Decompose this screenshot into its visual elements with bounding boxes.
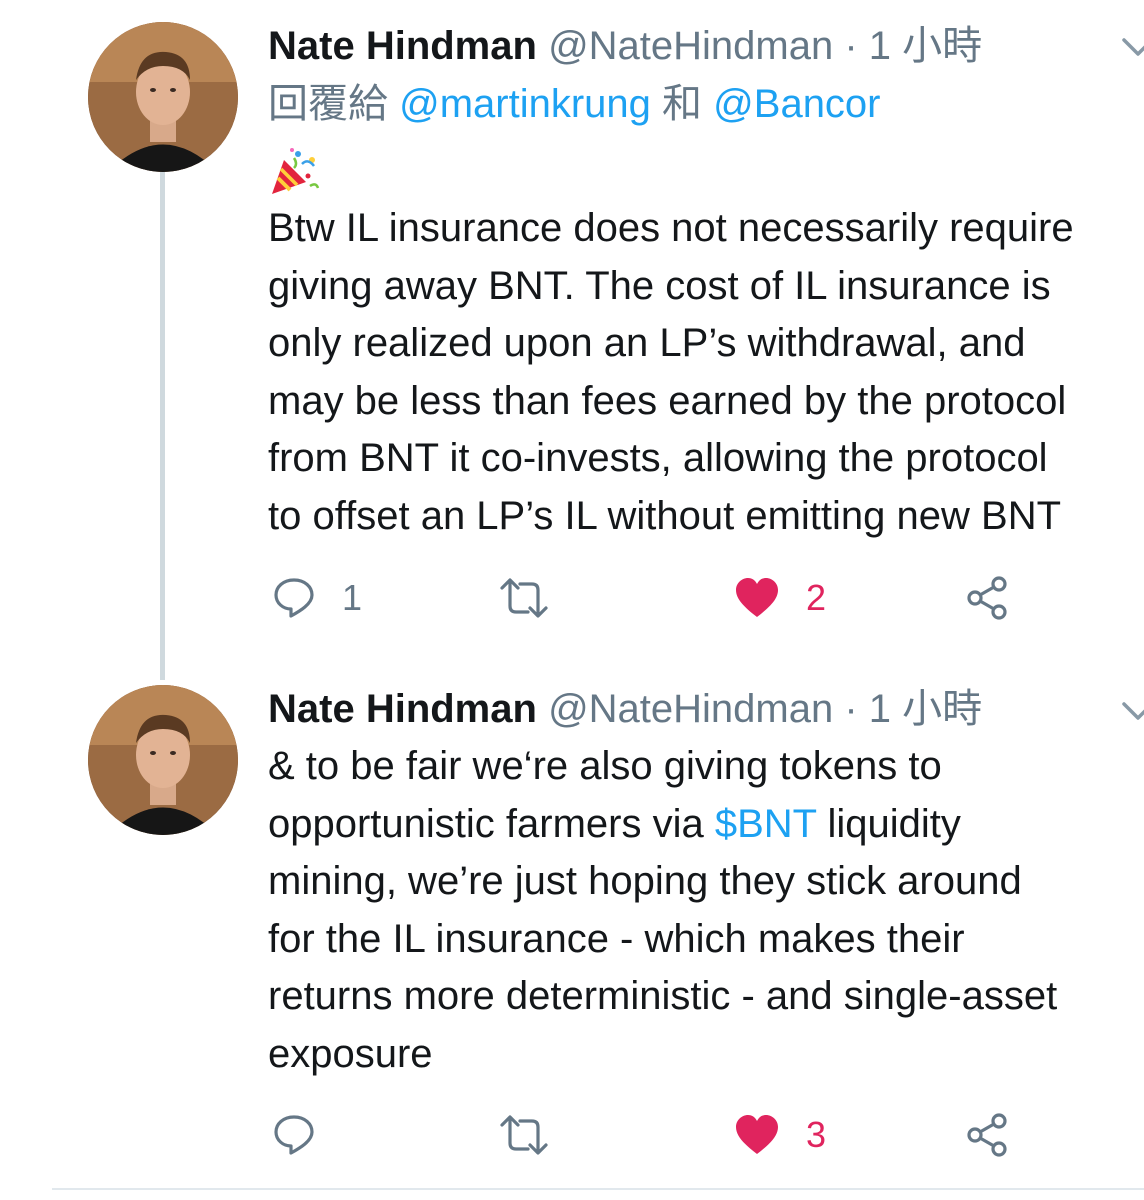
retweet-icon (500, 1115, 548, 1155)
tweet-actions: 3 (268, 1105, 1144, 1165)
retweet-icon (500, 578, 548, 618)
profile-photo-icon (88, 685, 238, 835)
author-handle[interactable]: @NateHindman (548, 687, 833, 731)
cashtag-link[interactable]: $BNT (715, 802, 817, 846)
party-popper-icon (272, 148, 320, 194)
meta-separator: · (833, 24, 869, 68)
tweet-text-line: may be less than fees earned by the prot… (268, 378, 1067, 423)
like-button[interactable]: 3 (734, 1105, 826, 1165)
tweet-time[interactable]: 1 小時 (869, 687, 982, 731)
reply-button[interactable] (272, 1105, 342, 1165)
like-button[interactable]: 2 (734, 568, 826, 628)
tweet-divider (52, 1188, 1144, 1190)
heart-icon (736, 578, 778, 617)
reply-button[interactable]: 1 (272, 568, 362, 628)
avatar[interactable] (88, 685, 238, 835)
reply-count: 1 (342, 577, 363, 618)
chevron-down-icon[interactable] (1118, 692, 1144, 732)
thread-connector-line (160, 172, 165, 680)
tweet-body: & to be fair we‘re also giving tokens to… (268, 738, 1144, 1083)
author-name[interactable]: Nate Hindman (268, 24, 537, 68)
tweet-body: Btw IL insurance does not necessarily re… (268, 200, 1144, 545)
tweet-text-line: exposure (268, 1031, 433, 1076)
retweet-button[interactable] (498, 568, 576, 628)
tweet-text-line: opportunistic farmers via $BNT liquidity (268, 796, 1144, 854)
tweet-actions: 1 2 (268, 568, 1144, 628)
replying-to: 回覆給 @martinkrung 和 @Bancor (268, 80, 881, 128)
reply-conjunction: 和 (650, 82, 714, 126)
tweet-text-line: giving away BNT. The cost of IL insuranc… (268, 263, 1051, 308)
retweet-button[interactable] (498, 1105, 576, 1165)
tweet-text-line: Btw IL insurance does not necessarily re… (268, 206, 1074, 250)
like-count: 2 (806, 577, 827, 618)
tweet-text-line: mining, we’re just hoping they stick aro… (268, 859, 1022, 903)
mention-link[interactable]: @Bancor (713, 82, 880, 126)
share-icon (967, 1113, 1007, 1157)
share-icon (967, 576, 1007, 620)
avatar[interactable] (88, 22, 238, 172)
tweet-text-line: from BNT it co-invests, allowing the pro… (268, 436, 1048, 480)
reply-icon (274, 1115, 314, 1155)
reply-prefix: 回覆給 (268, 82, 400, 126)
share-button[interactable] (966, 1105, 1010, 1165)
tweet-text-line: returns more deterministic - and single-… (268, 974, 1058, 1018)
text-segment: opportunistic farmers via (268, 801, 715, 846)
author-handle[interactable]: @NateHindman (548, 24, 833, 68)
chevron-down-icon[interactable] (1118, 28, 1144, 68)
text-segment: liquidity (816, 801, 961, 846)
tweet[interactable]: Nate Hindman @NateHindman · 1 小時 & to be… (0, 660, 1144, 1190)
author-name[interactable]: Nate Hindman (268, 687, 537, 731)
tweet-time[interactable]: 1 小時 (869, 24, 982, 68)
profile-photo-icon (88, 22, 238, 172)
tweet-header: Nate Hindman @NateHindman · 1 小時 (268, 22, 982, 70)
tweet-text-line: only realized upon an LP’s withdrawal, a… (268, 321, 1026, 365)
tweet-header: Nate Hindman @NateHindman · 1 小時 (268, 685, 982, 733)
mention-link[interactable]: @martinkrung (399, 82, 651, 126)
reply-icon (274, 578, 314, 618)
tweet-text-line: to offset an LP’s IL without emitting ne… (268, 493, 1062, 538)
share-button[interactable] (966, 568, 1010, 628)
tweet[interactable]: Nate Hindman @NateHindman · 1 小時 回覆給 @ma… (0, 0, 1144, 680)
heart-icon (736, 1115, 778, 1154)
meta-separator: · (833, 687, 869, 731)
tweet-text-line: & to be fair we‘re also giving tokens to (268, 744, 942, 788)
like-count: 3 (806, 1114, 827, 1155)
tweet-text-line: for the IL insurance - which makes their (268, 916, 965, 961)
